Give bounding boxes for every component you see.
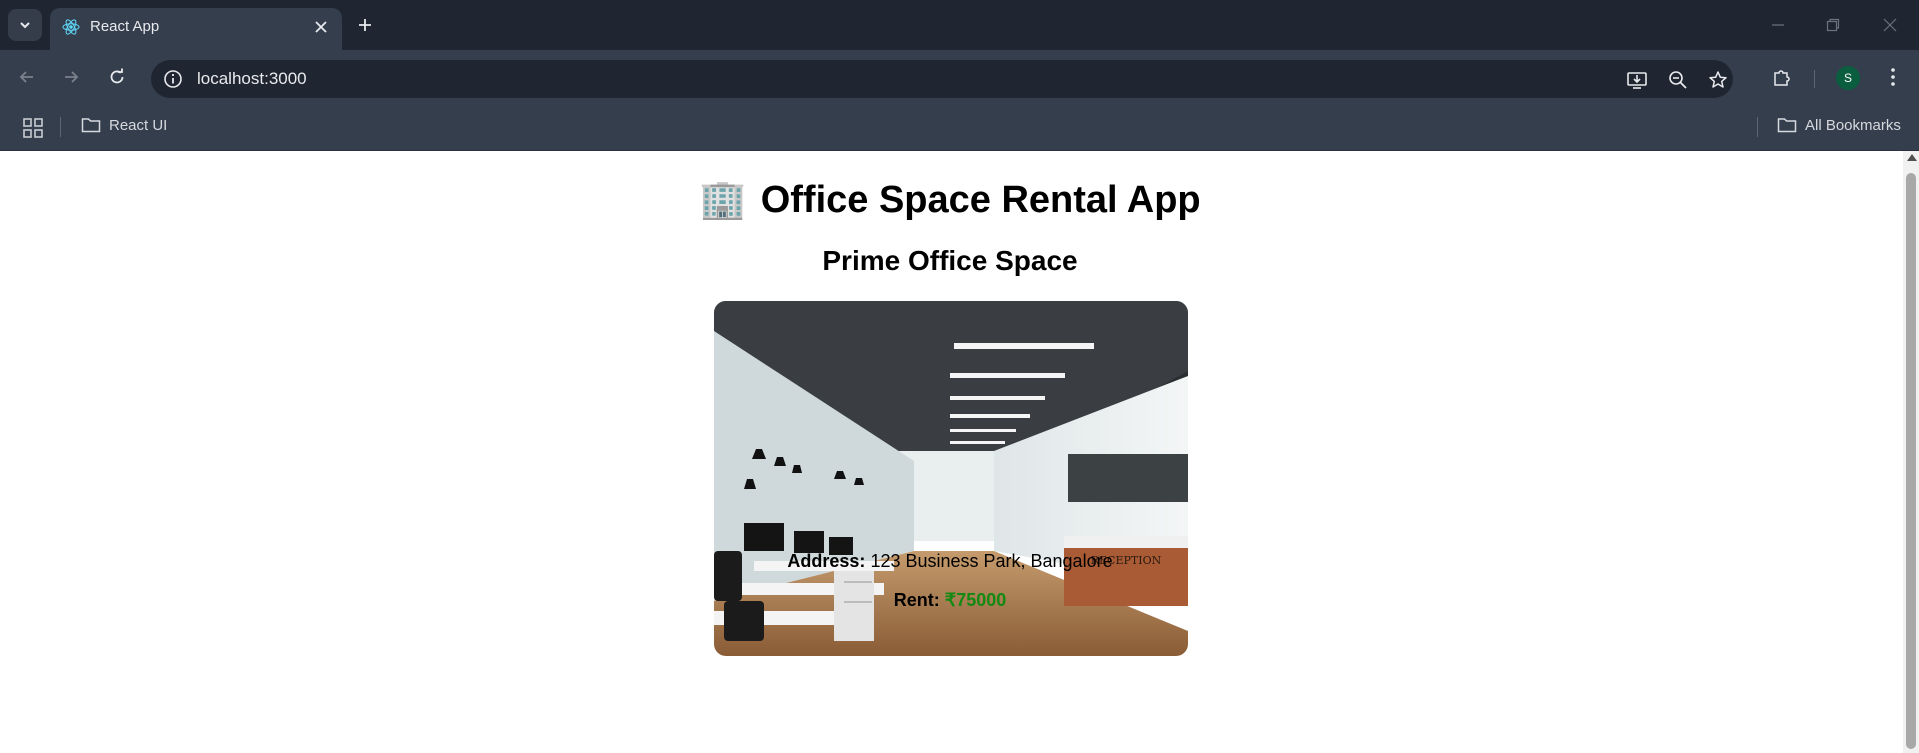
chevron-down-icon [20, 22, 30, 29]
minimize-icon [1772, 24, 1784, 26]
puzzle-icon [1774, 70, 1790, 86]
arrow-right-icon [65, 71, 79, 83]
scrollbar-thumb[interactable] [1906, 173, 1916, 749]
tab-search-button[interactable] [8, 9, 42, 41]
address-line: Address: 123 Business Park, Bangalore [0, 551, 1900, 572]
restore-button[interactable] [1818, 10, 1848, 40]
page-title: 🏢 Office Space Rental App [0, 178, 1900, 222]
more-vertical-icon [1891, 68, 1895, 86]
folder-icon [81, 118, 101, 133]
address-label: Address: [787, 551, 866, 571]
zoom-out-icon [1669, 71, 1687, 89]
browser-tab-strip: React App [0, 0, 1919, 50]
browser-tab[interactable]: React App [50, 8, 342, 50]
bookmark-folder-react-ui[interactable]: React UI [81, 116, 167, 134]
forward-button[interactable] [56, 62, 86, 92]
minimize-button[interactable] [1763, 10, 1793, 40]
close-icon [315, 21, 327, 33]
url-text[interactable]: localhost:3000 [197, 69, 307, 89]
tab-title: React App [90, 18, 160, 35]
plus-icon [359, 19, 371, 31]
apps-grid-icon[interactable] [22, 117, 44, 139]
bookmarks-bar: React UI All Bookmarks [0, 104, 1919, 151]
install-icon [1627, 72, 1647, 89]
office-building-icon: 🏢 [699, 179, 747, 221]
reload-button[interactable] [102, 62, 132, 92]
rent-line: Rent: ₹75000 [0, 590, 1900, 611]
page-viewport: 🏢 Office Space Rental App Prime Office S… [0, 151, 1919, 753]
extensions-button[interactable] [1768, 63, 1796, 91]
bookmark-star-button[interactable] [1705, 67, 1731, 93]
install-app-button[interactable] [1624, 67, 1650, 93]
tab-close-button[interactable] [310, 16, 332, 38]
all-bookmarks-label: All Bookmarks [1805, 116, 1901, 134]
close-icon [1883, 18, 1897, 32]
address-bar[interactable]: localhost:3000 [151, 60, 1733, 98]
vertical-scrollbar[interactable] [1903, 151, 1919, 753]
scroll-up-arrow-icon[interactable] [1907, 154, 1917, 161]
toolbar-divider [1814, 70, 1815, 88]
folder-icon [1777, 118, 1797, 133]
restore-icon [1826, 18, 1840, 32]
listing-title: Prime Office Space [822, 245, 1078, 276]
arrow-left-icon [19, 71, 33, 83]
profile-avatar[interactable]: S [1836, 66, 1860, 90]
react-logo-icon [62, 19, 80, 35]
browser-menu-button[interactable] [1879, 63, 1907, 91]
bookmarks-divider [60, 117, 61, 137]
zoom-button[interactable] [1665, 67, 1691, 93]
address-value: 123 Business Park, Bangalore [870, 551, 1113, 571]
back-button[interactable] [12, 62, 42, 92]
bookmark-label: React UI [109, 116, 168, 134]
all-bookmarks-button[interactable]: All Bookmarks [1777, 116, 1901, 134]
rent-label: Rent: [893, 590, 940, 610]
browser-toolbar: localhost:3000 S [0, 50, 1919, 104]
info-icon[interactable] [163, 69, 183, 89]
page-title-text: Office Space Rental App [760, 178, 1201, 221]
new-tab-button[interactable] [352, 12, 378, 38]
bookmarks-divider [1757, 117, 1758, 137]
star-icon [1709, 71, 1727, 88]
reload-icon [110, 68, 124, 84]
close-window-button[interactable] [1875, 10, 1905, 40]
rent-value: ₹75000 [944, 590, 1007, 610]
